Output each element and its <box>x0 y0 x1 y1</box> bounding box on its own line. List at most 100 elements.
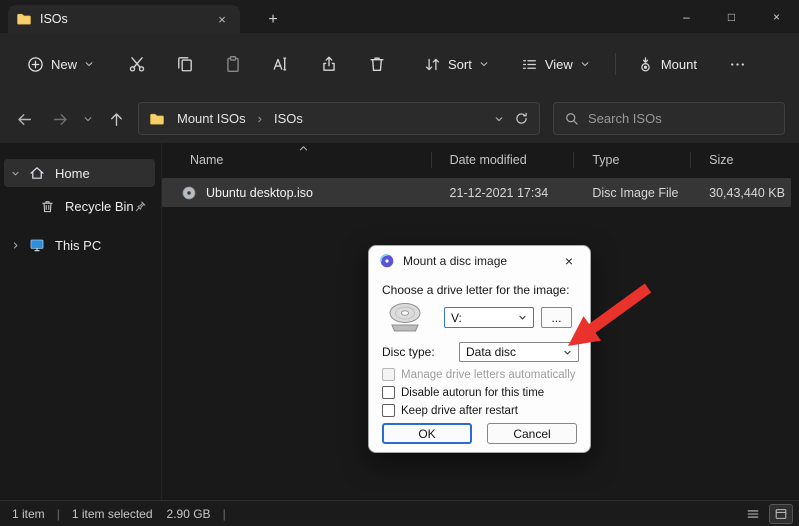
delete-button[interactable] <box>359 46 395 82</box>
arrow-right-icon <box>53 113 67 125</box>
cut-button[interactable] <box>119 46 155 82</box>
file-name: Ubuntu desktop.iso <box>206 185 314 200</box>
new-tab-button[interactable]: + <box>261 8 285 32</box>
sort-button[interactable]: Sort <box>413 46 500 82</box>
dialog-title: Mount a disc image <box>403 254 508 268</box>
tab-title: ISOs <box>40 12 68 26</box>
tab-isos[interactable]: ISOs × <box>8 5 240 33</box>
paste-button[interactable] <box>215 46 251 82</box>
checkbox-box[interactable] <box>382 386 395 399</box>
status-bar: 1 item | 1 item selected 2.90 GB | <box>0 500 799 526</box>
column-header-size[interactable]: Size <box>691 152 791 168</box>
refresh-button[interactable] <box>514 111 529 126</box>
titlebar: ISOs × + – □ × <box>0 0 799 33</box>
refresh-icon <box>516 112 527 124</box>
checkbox-keep-drive[interactable]: Keep drive after restart <box>382 404 518 417</box>
toolbar: New Sort View Mount <box>0 33 799 95</box>
mount-icon <box>637 56 654 73</box>
column-header-date-modified[interactable]: Date modified <box>432 152 575 168</box>
view-button[interactable]: View <box>510 46 601 82</box>
rename-button[interactable] <box>263 46 299 82</box>
arrow-left-icon <box>17 113 31 125</box>
column-header-type[interactable]: Type <box>574 152 692 168</box>
file-size: 30,43,440 KB <box>709 185 785 200</box>
file-type: Disc Image File <box>592 185 679 200</box>
share-icon <box>323 56 335 71</box>
monitor-icon <box>26 237 48 253</box>
disc-type-value: Data disc <box>466 345 517 359</box>
chevron-down-icon <box>84 117 92 122</box>
ellipsis-icon <box>731 62 745 66</box>
close-button[interactable]: × <box>754 0 799 33</box>
history-dropdown-button[interactable] <box>76 103 100 135</box>
folder-icon <box>16 11 32 27</box>
sidebar-item-home[interactable]: Home <box>4 159 155 187</box>
arrow-up-icon <box>110 112 122 126</box>
share-button[interactable] <box>311 46 347 82</box>
mount-button[interactable]: Mount <box>626 46 708 82</box>
dialog-close-button[interactable]: × <box>558 250 580 272</box>
dialog-titlebar: Mount a disc image × <box>369 246 590 276</box>
pin-icon <box>134 200 147 213</box>
minimize-button[interactable]: – <box>664 0 709 33</box>
checkbox-box <box>382 368 395 381</box>
browse-button[interactable]: ... <box>541 307 572 328</box>
file-explorer-window: ISOs × + – □ × New Sort View Mount Mount… <box>0 0 799 526</box>
plus-circle-icon <box>27 56 44 73</box>
trash-icon <box>370 57 384 71</box>
breadcrumb-isos[interactable]: ISOs <box>270 109 307 128</box>
mount-disc-image-dialog: Mount a disc image × Choose a drive lett… <box>368 245 591 453</box>
details-view-toggle[interactable] <box>769 504 793 524</box>
cancel-button[interactable]: Cancel <box>487 423 577 444</box>
more-options-button[interactable] <box>720 46 756 82</box>
sidebar-item-recycle-bin[interactable]: Recycle Bin <box>4 192 155 220</box>
disc-type-label: Disc type: <box>382 345 435 359</box>
sort-icon <box>424 56 441 73</box>
up-button[interactable] <box>100 103 132 135</box>
copy-button[interactable] <box>167 46 203 82</box>
status-divider: | <box>222 506 226 521</box>
tab-close-button[interactable]: × <box>212 9 232 29</box>
ok-button[interactable]: OK <box>382 423 472 444</box>
disc-type-combobox[interactable]: Data disc <box>459 342 579 362</box>
drive-letter-combobox[interactable]: V: <box>444 307 534 328</box>
checkbox-label: Manage drive letters automatically <box>401 368 576 381</box>
chevron-down-icon <box>495 116 503 121</box>
sidebar-item-label: Recycle Bin <box>65 198 134 214</box>
disc-image-icon <box>181 185 197 201</box>
view-toggles <box>741 504 793 524</box>
sidebar-item-label: This PC <box>55 237 102 253</box>
scissors-icon <box>129 57 145 72</box>
selection-count: 1 item selected <box>71 506 153 521</box>
column-headers: Name Date modified Type Size <box>162 147 791 173</box>
sidebar-item-this-pc[interactable]: This PC <box>4 231 155 259</box>
breadcrumb-mount-isos[interactable]: Mount ISOs <box>173 109 250 128</box>
forward-button[interactable] <box>44 103 76 135</box>
checkbox-manage-drive-letters: Manage drive letters automatically <box>382 368 576 381</box>
mount-dialog-icon <box>379 253 395 269</box>
chevron-right-icon[interactable] <box>4 241 26 250</box>
checkbox-box[interactable] <box>382 404 395 417</box>
column-header-name[interactable]: Name <box>162 152 432 168</box>
search-box[interactable] <box>553 102 785 135</box>
item-count: 1 item <box>12 506 45 521</box>
checkbox-label: Disable autorun for this time <box>401 386 545 399</box>
checkbox-label: Keep drive after restart <box>401 404 518 417</box>
address-bar[interactable]: Mount ISOs › ISOs <box>138 102 540 135</box>
drive-letter-label: Choose a drive letter for the image: <box>382 283 570 297</box>
back-button[interactable] <box>8 103 40 135</box>
chevron-down-icon[interactable] <box>4 169 26 178</box>
chevron-down-icon <box>563 348 572 357</box>
table-row[interactable]: Ubuntu desktop.iso 21-12-2021 17:34 Disc… <box>162 178 791 207</box>
maximize-button[interactable]: □ <box>709 0 754 33</box>
list-view-toggle[interactable] <box>741 504 765 524</box>
new-button[interactable]: New <box>16 46 105 82</box>
mount-button-label: Mount <box>660 56 697 72</box>
checkbox-disable-autorun[interactable]: Disable autorun for this time <box>382 386 544 399</box>
status-divider: | <box>56 506 60 521</box>
window-controls: – □ × <box>664 0 799 33</box>
chevron-down-icon <box>518 313 527 322</box>
search-input[interactable] <box>588 111 774 126</box>
view-icon <box>521 56 538 73</box>
address-dropdown-button[interactable] <box>494 114 504 124</box>
